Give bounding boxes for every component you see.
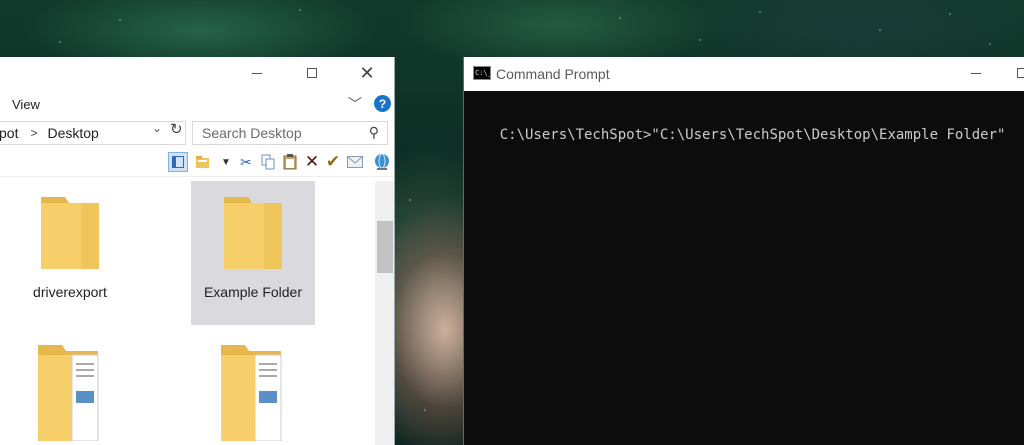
- search-input[interactable]: Search Desktop ⚲: [192, 121, 388, 145]
- folder-documents-icon: [38, 345, 99, 442]
- folder-name: Example Folder: [203, 284, 303, 300]
- copy-button[interactable]: [258, 152, 278, 172]
- address-row: pot > Desktop ⌄ ↻ Search Desktop ⚲: [0, 119, 394, 149]
- scissors-icon: ✂: [240, 153, 252, 170]
- maximize-icon[interactable]: [1017, 68, 1024, 78]
- breadcrumb-parent[interactable]: pot: [0, 125, 18, 141]
- window-title: Command Prompt: [496, 66, 610, 82]
- command-prompt-window: C:\_ Command Prompt C:\Users\TechSpot>"C…: [463, 57, 1024, 445]
- console-icon: C:\_: [473, 66, 492, 80]
- delete-x-icon: ✕: [304, 152, 320, 171]
- vertical-scrollbar[interactable]: [375, 181, 394, 445]
- maximize-icon: [307, 68, 317, 78]
- globe-icon: [375, 153, 389, 170]
- email-button[interactable]: [345, 152, 365, 172]
- ribbon: View ﹀ ?: [0, 91, 394, 119]
- chevron-down-icon[interactable]: ⌄: [152, 121, 162, 135]
- chevron-right-icon[interactable]: >: [30, 126, 37, 140]
- properties-button[interactable]: [193, 152, 213, 172]
- folder-item[interactable]: [8, 335, 132, 445]
- customize-dropdown[interactable]: ▼: [216, 152, 236, 172]
- navigation-pane-button[interactable]: [168, 152, 188, 172]
- maximize-button[interactable]: [289, 57, 335, 89]
- folder-icon: [41, 197, 99, 269]
- close-icon: ✕: [359, 63, 375, 83]
- rename-button[interactable]: ✔: [323, 152, 343, 172]
- quick-toolbar: ▼ ✂ ✕ ✔: [0, 149, 394, 177]
- search-placeholder: Search Desktop: [202, 125, 302, 141]
- folder-item[interactable]: [191, 335, 315, 445]
- pane-icon: [172, 156, 184, 168]
- folder-item-example-folder[interactable]: Example Folder: [191, 181, 315, 325]
- explorer-titlebar[interactable]: ✕: [0, 57, 394, 91]
- minimize-icon[interactable]: [971, 73, 981, 74]
- file-explorer-window: ✕ View ﹀ ? pot > Desktop ⌄ ↻ Search Desk…: [0, 57, 395, 445]
- console-line: C:\Users\TechSpot>"C:\Users\TechSpot\Des…: [499, 127, 1006, 143]
- file-list: driverexport Example Folder: [0, 181, 375, 445]
- folder-documents-icon: [221, 345, 282, 442]
- minimize-button[interactable]: [234, 57, 280, 89]
- console-output[interactable]: C:\Users\TechSpot>"C:\Users\TechSpot\Des…: [464, 91, 1024, 159]
- scrollbar-thumb[interactable]: [377, 221, 393, 273]
- folder-item-driverexport[interactable]: driverexport: [8, 181, 132, 325]
- minimize-icon: [252, 72, 262, 74]
- folder-properties-icon: [196, 156, 209, 168]
- delete-button[interactable]: ✕: [302, 152, 322, 172]
- caret-down-icon: ▼: [221, 156, 231, 168]
- help-icon[interactable]: ?: [374, 95, 391, 112]
- breadcrumb-current[interactable]: Desktop: [47, 125, 98, 141]
- envelope-icon: [347, 156, 363, 168]
- network-button[interactable]: [372, 152, 392, 172]
- cut-button[interactable]: ✂: [236, 152, 256, 172]
- paste-button[interactable]: [280, 152, 300, 172]
- clipboard-icon: [283, 154, 297, 170]
- ribbon-tab-view[interactable]: View: [12, 97, 40, 112]
- copy-icon: [261, 154, 275, 170]
- cmd-titlebar[interactable]: C:\_ Command Prompt: [464, 57, 1024, 91]
- ribbon-collapse-chevron-icon[interactable]: ﹀: [348, 94, 362, 114]
- folder-icon: [224, 197, 282, 269]
- checkmark-icon: ✔: [325, 152, 341, 171]
- search-icon: ⚲: [368, 124, 379, 140]
- folder-name: driverexport: [33, 284, 107, 300]
- close-button[interactable]: ✕: [344, 57, 390, 89]
- refresh-icon[interactable]: ↻: [170, 120, 183, 138]
